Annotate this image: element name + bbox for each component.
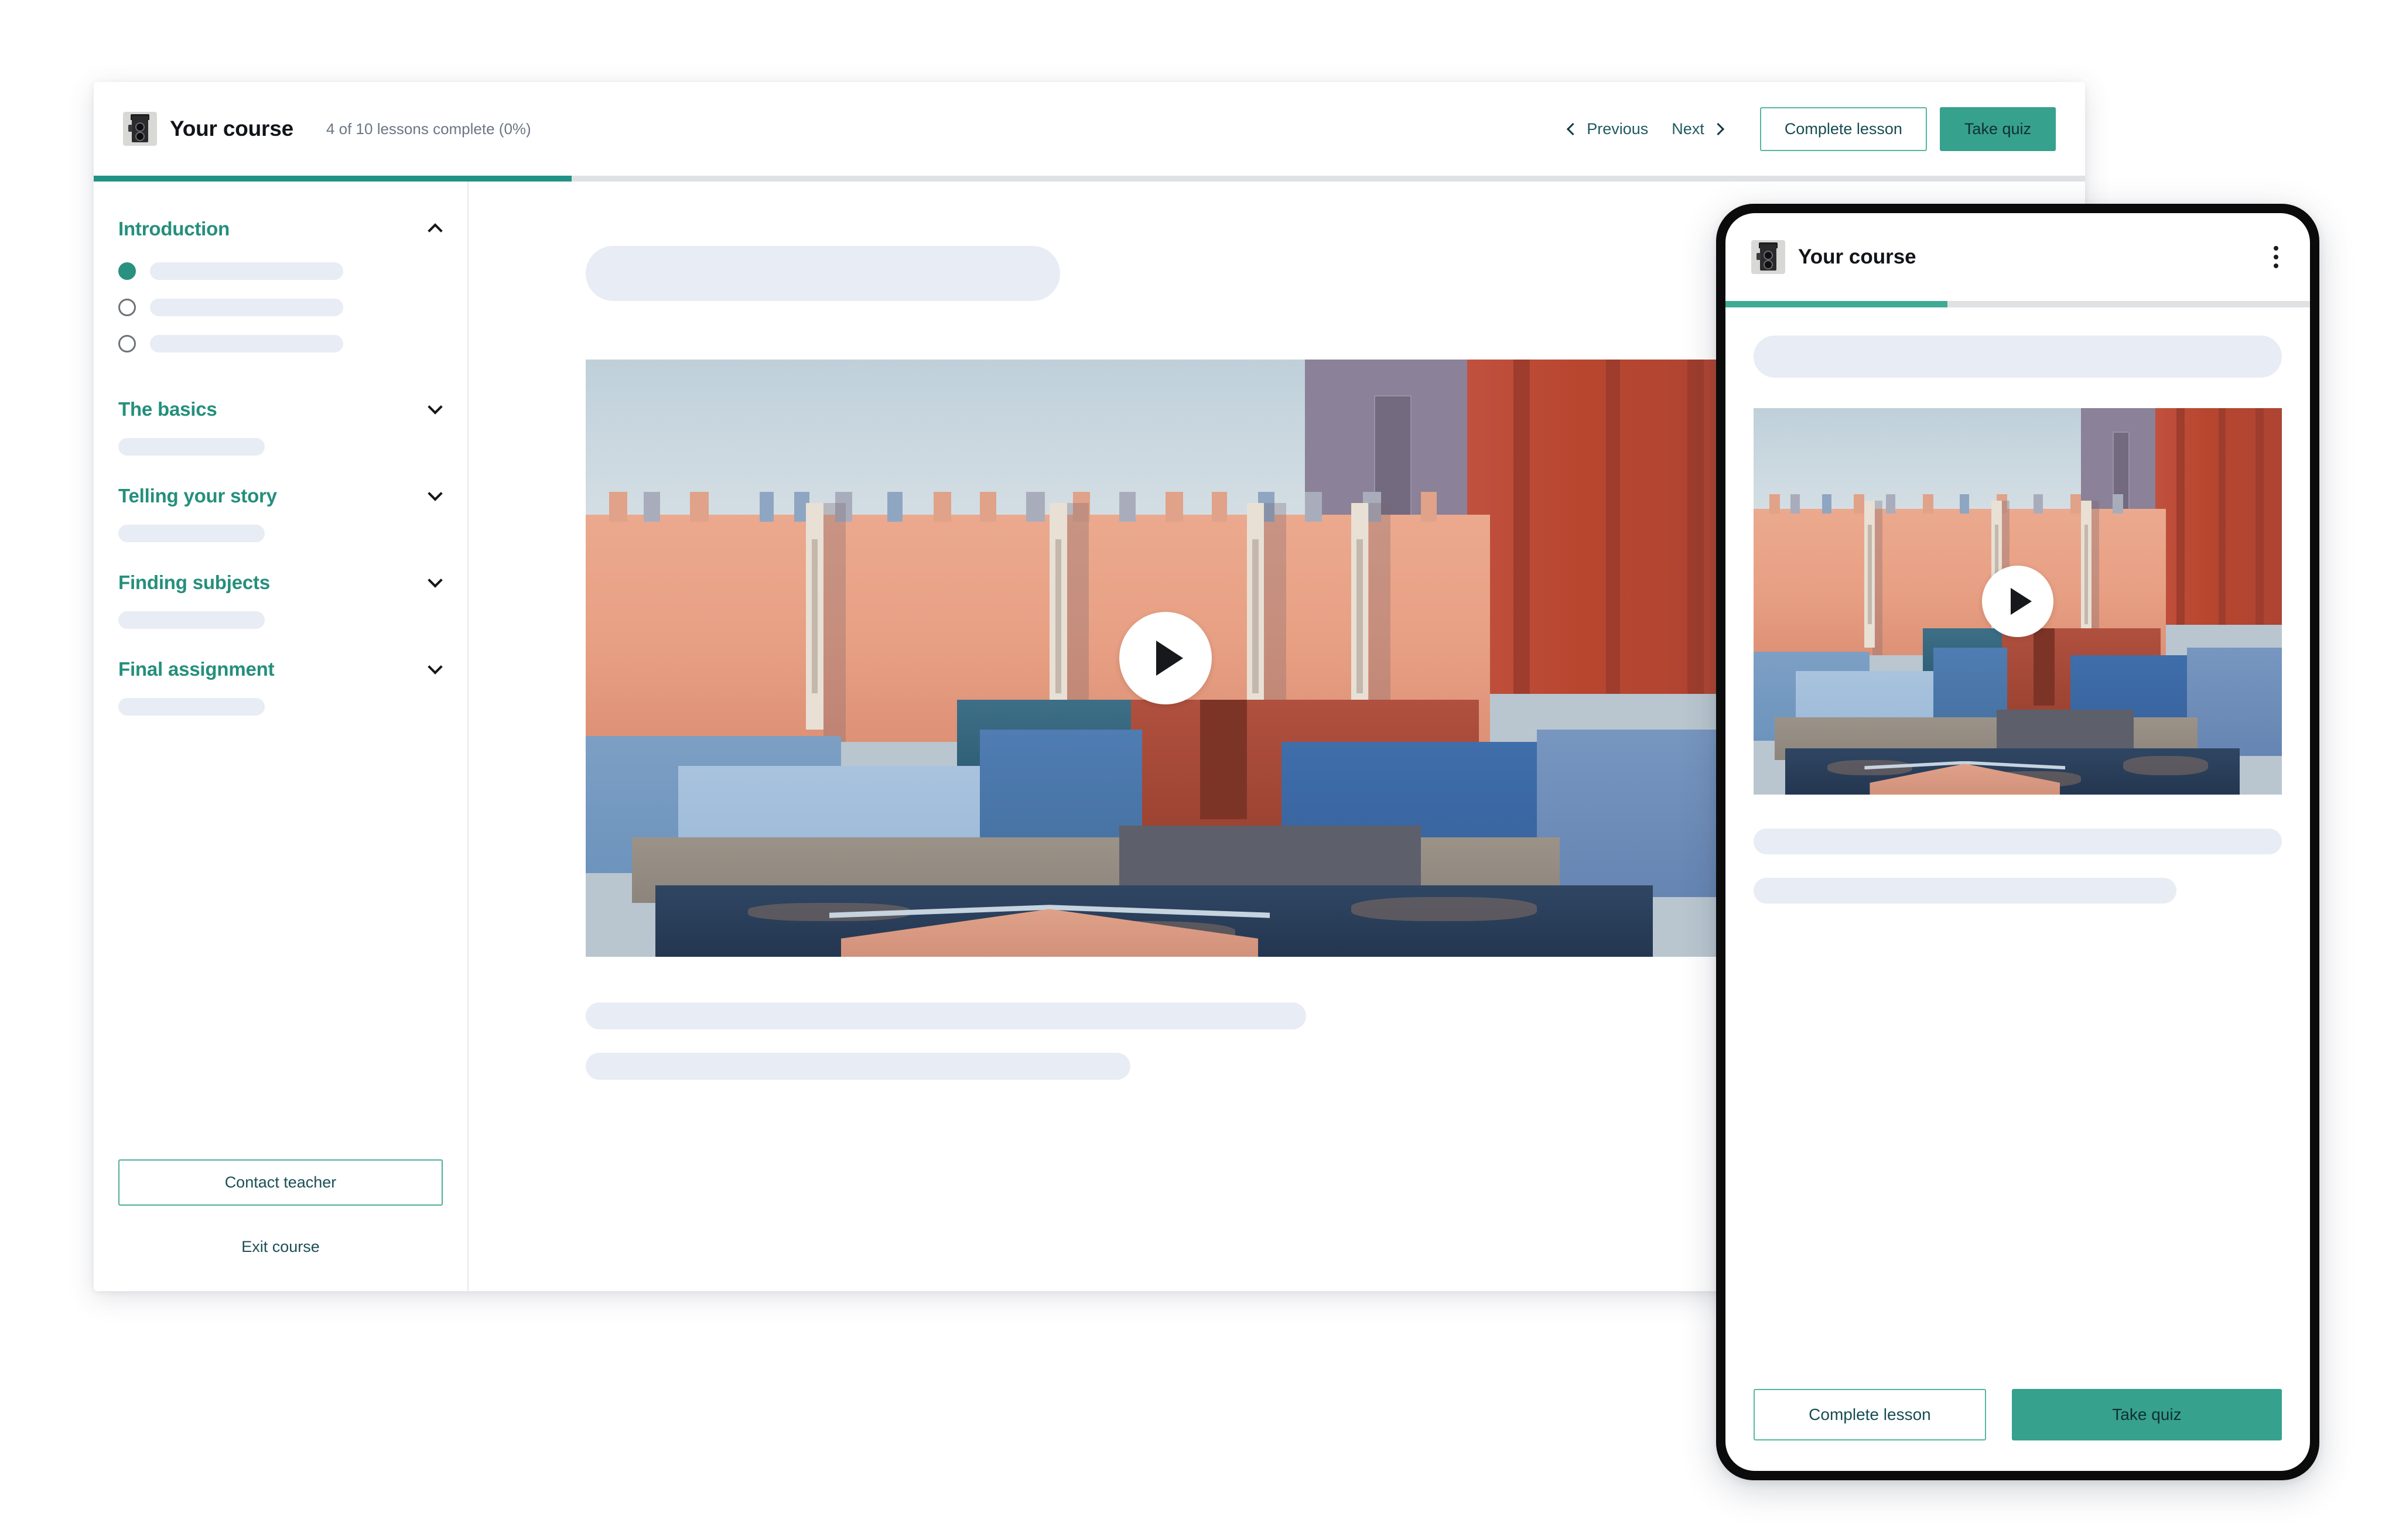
sidebar-section-introduction[interactable]: Introduction [94, 205, 467, 253]
mobile-screen: Your course Complete lesson Take quiz [1725, 213, 2310, 1471]
sidebar-section-the-basics[interactable]: The basics [94, 385, 467, 433]
lesson-title-placeholder [1754, 336, 2282, 378]
complete-lesson-button[interactable]: Complete lesson [1759, 107, 1927, 151]
next-button[interactable]: Next [1660, 112, 1734, 146]
lesson-progress-text: 4 of 10 lessons complete (0%) [326, 119, 531, 138]
section-summary-placeholder [118, 525, 265, 542]
sidebar-section-telling-your-story[interactable]: Telling your story [94, 472, 467, 520]
chevron-down-icon [428, 486, 443, 501]
lesson-body-placeholder [1754, 829, 2282, 854]
lesson-title-placeholder [150, 335, 343, 353]
list-item[interactable] [94, 289, 467, 326]
lesson-status-dot-complete [118, 262, 136, 280]
section-summary-placeholder [118, 698, 265, 716]
previous-button[interactable]: Previous [1557, 112, 1660, 146]
section-summary-placeholder [118, 611, 265, 629]
mobile-lesson-content [1725, 307, 2310, 1389]
lesson-title-placeholder [150, 262, 343, 280]
chevron-down-icon [428, 659, 443, 675]
play-icon[interactable] [1982, 566, 2053, 637]
header-actions: Previous Next Complete lesson Take quiz [1557, 107, 2056, 151]
kebab-menu-icon[interactable] [2268, 240, 2284, 274]
course-brand: Your course 4 of 10 lessons complete (0%… [123, 112, 531, 146]
lesson-body-placeholder [586, 1053, 1130, 1080]
take-quiz-button[interactable]: Take quiz [1939, 107, 2056, 151]
previous-label: Previous [1587, 119, 1649, 138]
sidebar-section-label: Telling your story [118, 485, 277, 507]
mobile-course-progress-bar [1725, 301, 2310, 307]
chevron-up-icon [428, 223, 443, 238]
mobile-device-frame: Your course Complete lesson Take quiz [1716, 204, 2319, 1480]
sidebar-sections: Introduction The basics Telling your sto… [94, 205, 467, 1159]
contact-teacher-button[interactable]: Contact teacher [118, 1159, 443, 1206]
lesson-body-placeholder [1754, 878, 2176, 904]
lesson-title-placeholder [150, 299, 343, 316]
sidebar-section-label: Finding subjects [118, 571, 270, 593]
section-summary-placeholder [118, 438, 265, 456]
play-icon[interactable] [1119, 612, 1212, 704]
list-item[interactable] [94, 253, 467, 289]
mobile-header: Your course [1725, 213, 2310, 301]
mobile-lesson-video-player[interactable] [1754, 408, 2282, 795]
course-progress-bar [94, 176, 2085, 182]
mobile-page-title: Your course [1798, 245, 1916, 268]
camera-icon [123, 112, 157, 146]
lesson-title-placeholder [586, 246, 1060, 301]
mobile-complete-lesson-button[interactable]: Complete lesson [1754, 1389, 1986, 1440]
sidebar-footer: Contact teacher Exit course [94, 1159, 467, 1291]
chevron-down-icon [428, 399, 443, 415]
desktop-header: Your course 4 of 10 lessons complete (0%… [94, 82, 2085, 176]
sidebar-section-finding-subjects[interactable]: Finding subjects [94, 559, 467, 607]
sidebar-section-final-assignment[interactable]: Final assignment [94, 645, 467, 693]
next-label: Next [1672, 119, 1704, 138]
lesson-video-player[interactable] [586, 360, 1745, 957]
list-item[interactable] [94, 326, 467, 362]
mobile-take-quiz-button[interactable]: Take quiz [2011, 1389, 2282, 1440]
page-title: Your course [170, 117, 293, 141]
exit-course-link[interactable]: Exit course [118, 1238, 443, 1256]
course-sidebar: Introduction The basics Telling your sto… [94, 182, 469, 1291]
chevron-left-icon [1567, 122, 1580, 135]
camera-icon [1751, 240, 1785, 274]
chevron-right-icon [1711, 122, 1724, 135]
lesson-status-dot-incomplete [118, 299, 136, 316]
sidebar-section-label: Introduction [118, 218, 230, 239]
sidebar-section-label: The basics [118, 398, 217, 420]
sidebar-section-label: Final assignment [118, 658, 275, 680]
lesson-status-dot-incomplete [118, 335, 136, 353]
lesson-body-placeholder [586, 1002, 1306, 1029]
mobile-footer-actions: Complete lesson Take quiz [1725, 1389, 2310, 1471]
chevron-down-icon [428, 573, 443, 588]
